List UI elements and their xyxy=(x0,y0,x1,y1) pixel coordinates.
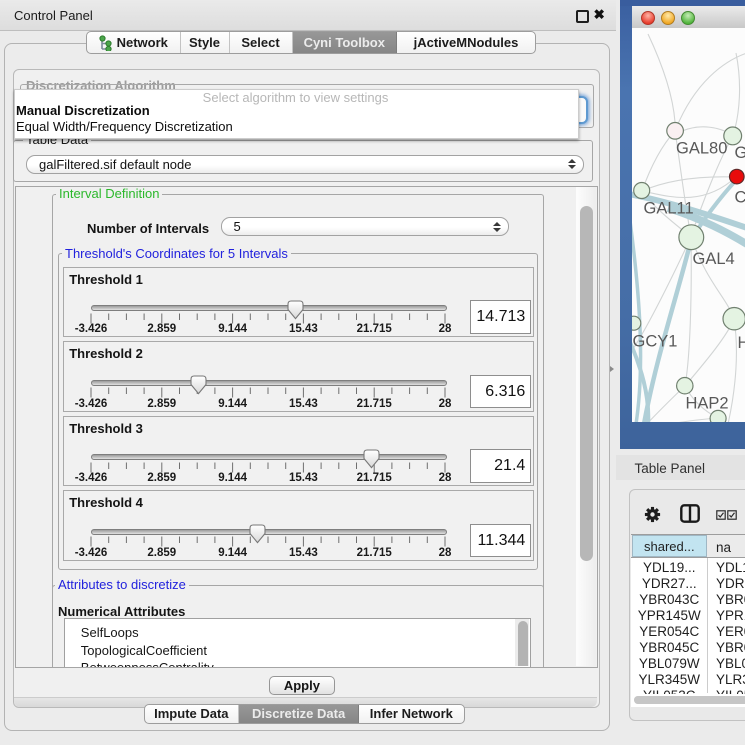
svg-text:GAL4: GAL4 xyxy=(692,250,734,268)
svg-text:GA: GA xyxy=(734,144,745,162)
svg-text:H: H xyxy=(737,334,745,352)
svg-text:HAP2: HAP2 xyxy=(685,394,728,412)
svg-text:C: C xyxy=(734,188,745,206)
svg-text:GAL80: GAL80 xyxy=(676,139,727,157)
svg-text:GAL11: GAL11 xyxy=(643,199,693,217)
svg-text:GCY1: GCY1 xyxy=(632,332,677,350)
